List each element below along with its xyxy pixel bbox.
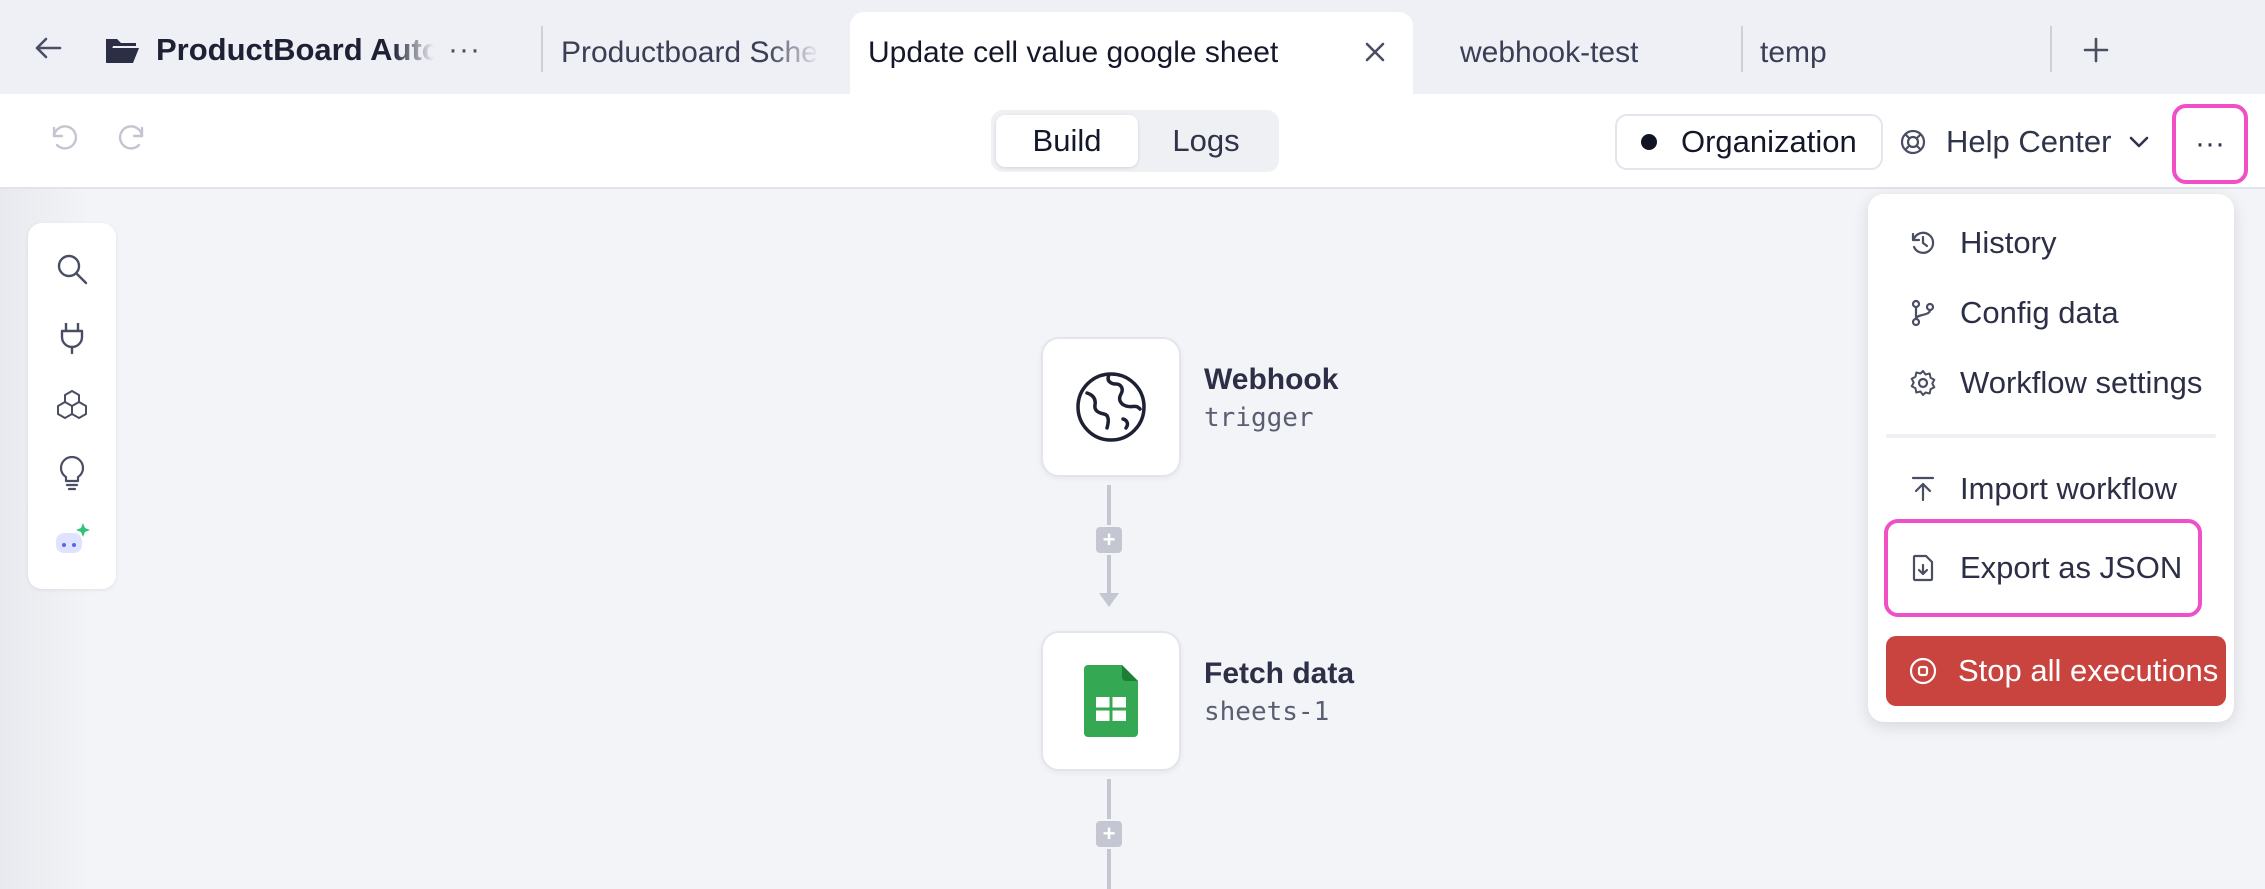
- lightbulb-icon[interactable]: [54, 455, 90, 491]
- new-tab-button[interactable]: [2076, 30, 2116, 70]
- tab-divider: [541, 26, 543, 72]
- menu-item-label: Config data: [1960, 295, 2119, 330]
- folder-tab-label: ProductBoard Automations: [156, 32, 434, 67]
- menu-item-config-data[interactable]: Config data: [1888, 283, 2214, 343]
- more-options-button[interactable]: ···: [2172, 104, 2248, 184]
- fetch-data-node[interactable]: [1041, 631, 1181, 771]
- folder-tab[interactable]: ProductBoard Automations ···: [104, 24, 481, 76]
- view-toggle: Build Logs: [991, 110, 1279, 172]
- folder-icon: [106, 39, 139, 63]
- history-icon: [1911, 231, 1935, 254]
- blocks-icon[interactable]: [54, 387, 90, 423]
- tab-label: temp: [1760, 36, 1827, 69]
- back-button[interactable]: [28, 28, 68, 68]
- tab-label: Update cell value google sheet: [868, 36, 1279, 69]
- tab-productboard-schedule[interactable]: Productboard Schedule: [561, 12, 819, 94]
- logs-tab[interactable]: Logs: [1138, 115, 1274, 167]
- arrow-down-icon: [1099, 593, 1119, 607]
- tab-divider: [1741, 26, 1743, 72]
- git-branch-icon: [1911, 299, 1935, 327]
- add-step-button[interactable]: +: [1096, 527, 1122, 553]
- lifebuoy-icon: [1900, 129, 1926, 155]
- webhook-node[interactable]: [1041, 337, 1181, 477]
- undo-icon: [52, 125, 78, 150]
- google-sheets-icon: [1084, 665, 1138, 737]
- help-center-label: Help Center: [1946, 124, 2112, 159]
- build-tab[interactable]: Build: [996, 115, 1138, 167]
- stop-all-executions-button[interactable]: Stop all executions: [1886, 636, 2226, 706]
- tab-divider: [2050, 26, 2052, 72]
- tab-label: webhook-test: [1460, 36, 1639, 69]
- menu-item-export-json[interactable]: Export as JSON: [1888, 538, 2214, 598]
- search-icon[interactable]: [54, 251, 90, 287]
- redo-button[interactable]: [110, 116, 156, 162]
- tab-label: Productboard Schedule: [561, 36, 819, 69]
- menu-item-label: Export as JSON: [1960, 550, 2183, 585]
- node-title: Webhook: [1204, 363, 1339, 396]
- file-download-icon: [1912, 554, 1934, 582]
- node-subtitle: trigger: [1204, 403, 1314, 433]
- tab-temp[interactable]: temp: [1760, 12, 1827, 94]
- tab-webhook-test[interactable]: webhook-test: [1460, 12, 1638, 94]
- status-dot: [1641, 134, 1657, 150]
- menu-item-workflow-settings[interactable]: Workflow settings: [1888, 353, 2214, 413]
- chevron-down-icon: [2130, 136, 2149, 148]
- stop-circle-icon: [1909, 657, 1937, 685]
- arrow-left-icon: [35, 37, 62, 59]
- add-step-button[interactable]: +: [1096, 821, 1122, 847]
- tab-bar: ProductBoard Automations ··· Productboar…: [0, 0, 2265, 94]
- menu-item-label: Import workflow: [1960, 471, 2178, 506]
- close-icon[interactable]: [1359, 36, 1391, 68]
- menu-item-label: Workflow settings: [1960, 365, 2203, 400]
- more-options-menu: History Config data Workflow settings Im…: [1868, 194, 2234, 722]
- help-center-button[interactable]: Help Center: [1898, 114, 2153, 170]
- tab-update-cell-value[interactable]: Update cell value google sheet: [850, 12, 1413, 94]
- menu-item-label: History: [1960, 225, 2057, 260]
- plug-icon[interactable]: [54, 319, 90, 355]
- node-subtitle: sheets-1: [1204, 697, 1330, 727]
- node-title: Fetch data: [1204, 657, 1355, 690]
- menu-item-history[interactable]: History: [1888, 213, 2214, 273]
- connector-line: [1107, 779, 1111, 819]
- connector-line: [1107, 485, 1111, 525]
- menu-item-import-workflow[interactable]: Import workflow: [1888, 459, 2214, 519]
- gear-icon: [1910, 370, 1936, 396]
- toolbar: Build Logs Organization Help Center ···: [0, 94, 2265, 189]
- globe-icon: [1076, 372, 1146, 442]
- organization-button[interactable]: Organization: [1615, 114, 1883, 170]
- redo-icon: [118, 125, 144, 150]
- stop-all-label: Stop all executions: [1958, 653, 2219, 688]
- undo-button[interactable]: [40, 116, 86, 162]
- ai-assistant-icon[interactable]: [54, 521, 90, 557]
- organization-label: Organization: [1681, 124, 1857, 159]
- plus-icon: [2083, 37, 2109, 63]
- connector-line: [1107, 849, 1111, 889]
- upload-icon: [1911, 476, 1935, 502]
- canvas-toolbox: [28, 223, 116, 589]
- menu-divider: [1886, 434, 2216, 438]
- connector-line: [1107, 555, 1111, 597]
- folder-more-button[interactable]: ···: [448, 33, 481, 67]
